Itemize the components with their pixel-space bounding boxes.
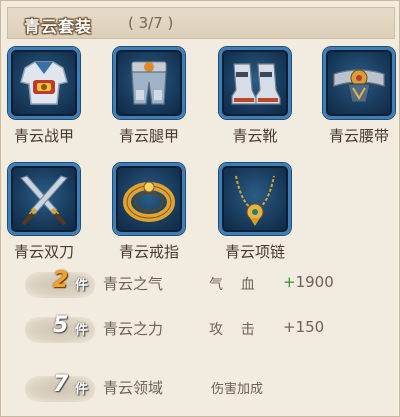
- item-ring[interactable]: 青云戒指: [108, 163, 190, 262]
- item-name: 青云项链: [224, 243, 285, 261]
- ring-icon[interactable]: [113, 163, 185, 235]
- pieces-unit: 件: [75, 278, 89, 293]
- set-header: 青云套装 ( 3/7 ): [7, 7, 395, 39]
- bonus-plus: +: [283, 318, 296, 336]
- boots-icon[interactable]: [219, 47, 291, 119]
- pieces-badge: 5 件: [25, 313, 95, 343]
- bonus-stat: 气 血: [209, 277, 255, 293]
- item-belt[interactable]: 青云腰带: [318, 47, 400, 146]
- item-name: 青云戒指: [118, 243, 179, 261]
- bonus-name: 青云领域: [103, 379, 164, 397]
- set-count: ( 3/7 ): [128, 14, 174, 32]
- bonus-amount: 150: [295, 318, 325, 336]
- armor-icon[interactable]: [8, 47, 80, 119]
- item-name: 青云腰带: [328, 127, 389, 145]
- bonus-plus: +: [283, 273, 296, 291]
- twin-blades-icon[interactable]: [8, 163, 80, 235]
- item-boots[interactable]: 青云靴: [214, 47, 296, 146]
- bonus-value: +1900: [283, 273, 334, 291]
- set-panel: 青云套装 ( 3/7 ) 青云战甲 青云腿甲 青云靴 青云腰带 青云双刀 青云戒…: [0, 0, 400, 417]
- bonus-amount: 1900: [295, 273, 334, 291]
- bonus-name: 青云之气: [103, 275, 164, 293]
- item-twin-blades[interactable]: 青云双刀: [3, 163, 85, 262]
- belt-icon[interactable]: [323, 47, 395, 119]
- necklace-icon[interactable]: [219, 163, 291, 235]
- set-title: 青云套装: [24, 17, 93, 36]
- item-necklace[interactable]: 青云项链: [214, 163, 296, 262]
- item-name: 青云靴: [232, 127, 278, 145]
- pieces-badge: 7 件: [25, 372, 95, 402]
- pieces-badge: 2 件: [25, 268, 95, 298]
- bonus-stat: 伤害加成: [211, 382, 264, 397]
- item-name: 青云腿甲: [118, 127, 179, 145]
- item-leg-armor[interactable]: 青云腿甲: [108, 47, 190, 146]
- item-name: 青云战甲: [13, 127, 74, 145]
- pieces-count: 2: [53, 268, 69, 293]
- bonus-row-7: 7 件 青云领域 伤害加成: [1, 372, 400, 404]
- bonus-stat: 攻 击: [209, 322, 255, 338]
- item-name: 青云双刀: [13, 243, 74, 261]
- bonus-row-5: 5 件 青云之力 攻 击 +150: [1, 313, 400, 345]
- bonus-row-2: 2 件 青云之气 气 血 +1900: [1, 268, 400, 300]
- bonus-value: +150: [283, 318, 324, 336]
- item-armor[interactable]: 青云战甲: [3, 47, 85, 146]
- leg-armor-icon[interactable]: [113, 47, 185, 119]
- pieces-count: 5: [53, 313, 69, 338]
- bonus-name: 青云之力: [103, 320, 164, 338]
- pieces-count: 7: [53, 372, 69, 397]
- pieces-unit: 件: [75, 323, 89, 338]
- pieces-unit: 件: [75, 382, 89, 397]
